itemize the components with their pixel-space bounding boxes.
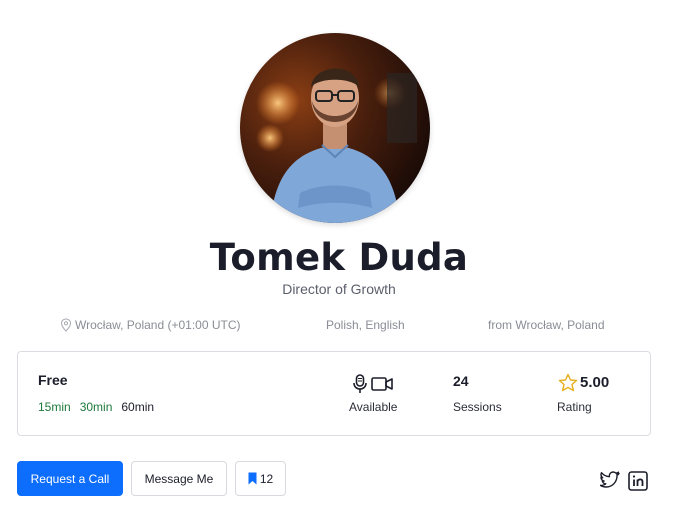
sessions-count: 24	[453, 373, 469, 389]
map-pin-icon	[60, 318, 72, 332]
bookmark-icon	[248, 472, 257, 485]
origin-text: from Wrocław, Poland	[488, 318, 605, 332]
video-camera-icon	[371, 377, 393, 391]
price-label: Free	[38, 372, 68, 388]
duration-option[interactable]: 30min	[80, 400, 113, 414]
twitter-icon	[600, 471, 620, 488]
languages-text: Polish, English	[326, 318, 405, 332]
profile-role: Director of Growth	[282, 281, 396, 297]
rating: 5.00	[558, 373, 609, 392]
bookmark-count: 12	[259, 471, 274, 486]
session-info-card: Free 15min 30min 60min Available 24 Sess…	[17, 351, 651, 436]
availability-icons	[353, 374, 393, 394]
duration-options: 15min 30min 60min	[38, 400, 154, 414]
profile-name: Tomek Duda	[209, 236, 469, 279]
request-call-button[interactable]: Request a Call	[17, 461, 123, 496]
linkedin-icon	[628, 471, 648, 491]
duration-option[interactable]: 15min	[38, 400, 71, 414]
duration-option[interactable]: 60min	[121, 400, 154, 414]
twitter-link[interactable]	[600, 471, 620, 491]
avatar	[240, 33, 430, 223]
linkedin-link[interactable]	[628, 471, 648, 491]
star-icon	[558, 373, 578, 392]
sessions-label: Sessions	[453, 400, 502, 414]
bookmark-button[interactable]: 12	[235, 461, 286, 496]
location-text: Wrocław, Poland (+01:00 UTC)	[75, 318, 241, 332]
social-links	[600, 471, 648, 491]
rating-value: 5.00	[580, 374, 610, 391]
microphone-icon	[353, 374, 367, 393]
location-info: Wrocław, Poland (+01:00 UTC)	[60, 318, 241, 332]
message-button[interactable]: Message Me	[131, 461, 227, 496]
availability-label: Available	[349, 400, 398, 414]
rating-label: Rating	[557, 400, 592, 414]
